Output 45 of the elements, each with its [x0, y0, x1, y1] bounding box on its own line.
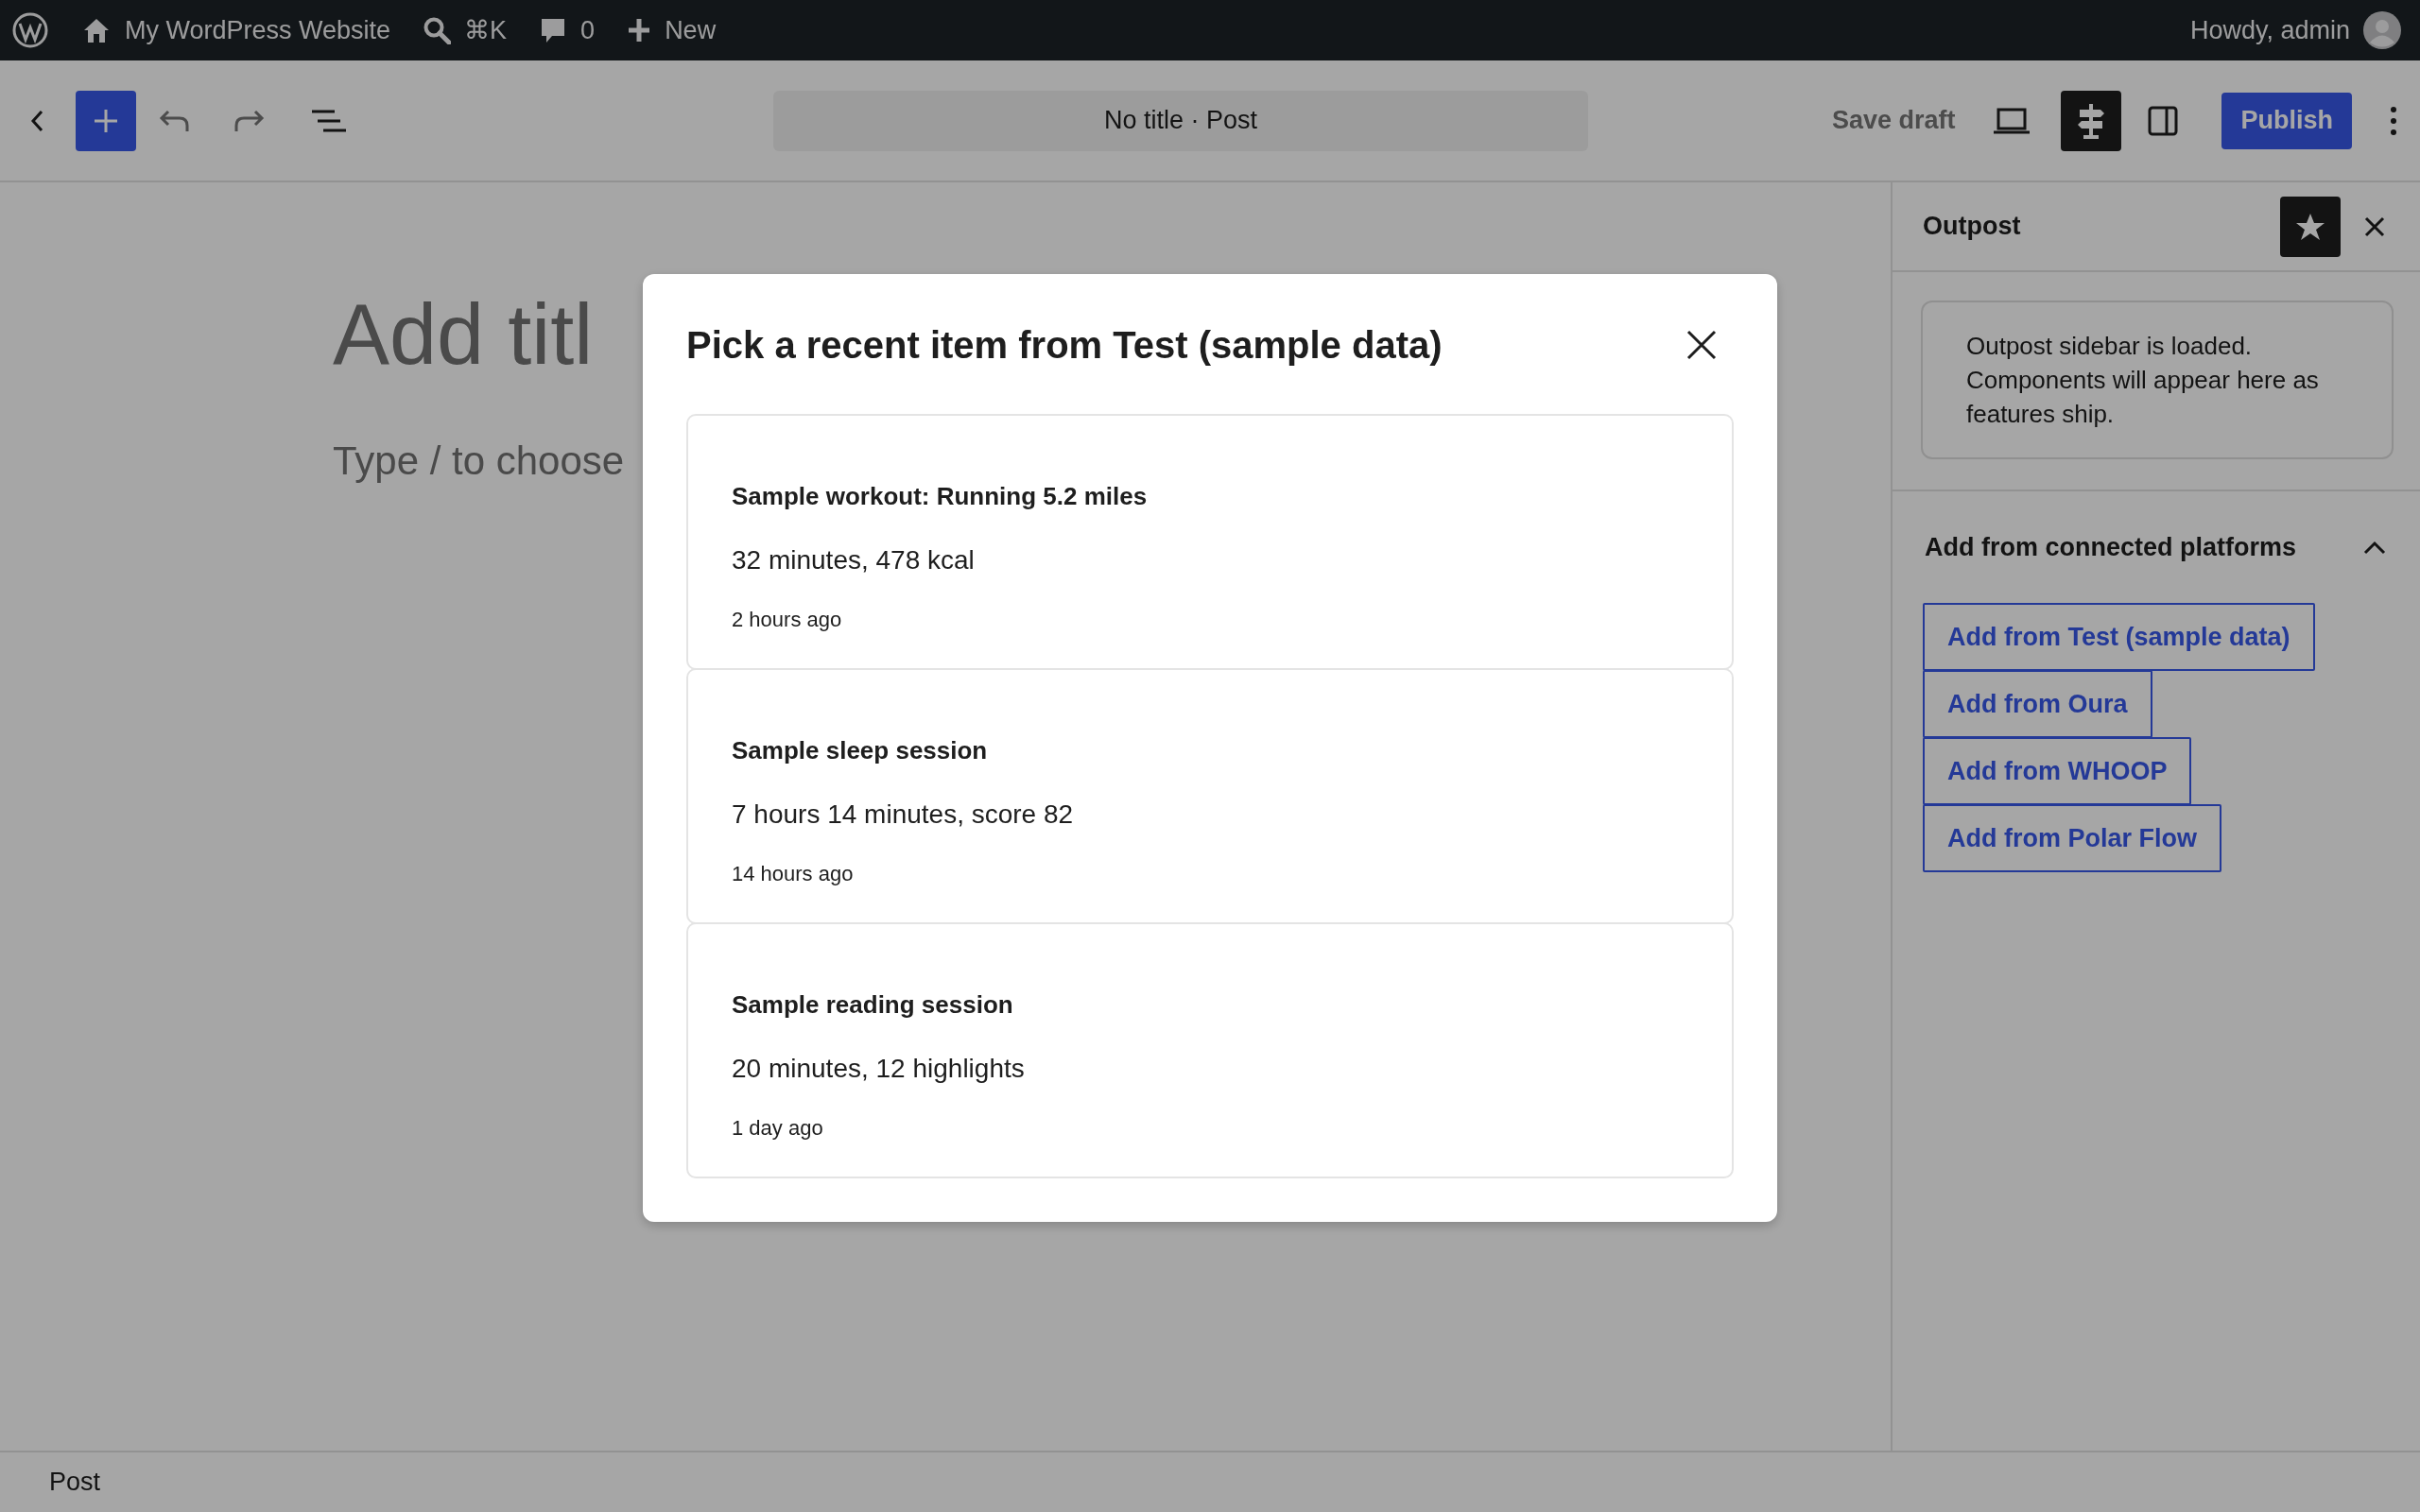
item-detail: 32 minutes, 478 kcal — [732, 545, 976, 576]
logo-icon[interactable] — [11, 11, 49, 49]
post-title-placeholder[interactable]: Add titl — [333, 288, 594, 382]
close-icon[interactable] — [2363, 215, 2386, 238]
recent-item-card[interactable]: Sample workout: Running 5.2 miles 32 minutes, 478 kcal 2 hours ago — [686, 414, 1734, 670]
comment-count[interactable]: 0 — [580, 15, 596, 45]
more-options-icon[interactable] — [2390, 105, 2397, 136]
publish-button[interactable]: Publish — [2221, 92, 2352, 149]
recent-item-card[interactable]: Sample sleep session 7 hours 14 minutes, score 82 14 hours ago — [686, 668, 1734, 924]
plus-icon[interactable] — [627, 17, 652, 43]
add-block-button[interactable] — [76, 90, 136, 151]
chevron-icon[interactable] — [2363, 539, 2386, 557]
platform-button[interactable]: Add from Oura — [1923, 670, 2152, 738]
paragraph-placeholder[interactable]: Type / to choose — [333, 438, 625, 484]
sidebar-icon — [2148, 105, 2179, 136]
item-title: Sample workout: Running 5.2 miles — [732, 482, 1149, 511]
search-icon[interactable] — [423, 16, 452, 44]
item-detail: 7 hours 14 minutes, score 82 — [732, 799, 1075, 830]
plugin-panel-button[interactable] — [2061, 90, 2122, 151]
pin-button[interactable] — [2280, 196, 2341, 257]
item-detail: 20 minutes, 12 highlights — [732, 1054, 1026, 1084]
avatar-icon[interactable] — [2363, 11, 2401, 49]
greeting-link[interactable]: Howdy, admin — [2189, 15, 2350, 45]
item-time: 1 day ago — [732, 1116, 824, 1141]
platform-button[interactable]: Add from Polar Flow — [1923, 804, 2221, 872]
platform-button[interactable]: Add from Test (sample data) — [1923, 603, 2315, 671]
plus-icon — [93, 107, 119, 134]
site-name-link[interactable]: My WordPress Website — [125, 15, 391, 45]
new-link[interactable]: New — [665, 15, 717, 45]
breadcrumb-link[interactable]: Post — [49, 1468, 101, 1497]
item-time: 14 hours ago — [732, 862, 855, 886]
recent-item-card[interactable]: Sample reading session 20 minutes, 12 highlights 1 day ago — [686, 922, 1734, 1178]
section-title[interactable]: Add from connected platforms — [1925, 533, 2363, 562]
item-title: Sample sleep session — [732, 736, 989, 765]
document-title-bar[interactable]: No title · Post — [773, 90, 1588, 151]
platform-button[interactable]: Add from WHOOP — [1923, 737, 2192, 805]
close-icon[interactable] — [1686, 330, 1717, 360]
search-shortcut[interactable]: ⌘K — [464, 15, 508, 45]
save-draft-button[interactable]: Save draft — [1831, 106, 1956, 135]
notice-box: Outpost sidebar is loaded. Components will appear here as features ship. — [1921, 301, 2394, 459]
item-time: 2 hours ago — [732, 608, 843, 632]
dialog-title: Pick a recent item from Test (sample data) — [686, 323, 1443, 367]
sidebar-title: Outpost — [1923, 212, 2022, 241]
back-icon[interactable] — [28, 108, 45, 133]
item-title: Sample reading session — [732, 990, 1014, 1020]
